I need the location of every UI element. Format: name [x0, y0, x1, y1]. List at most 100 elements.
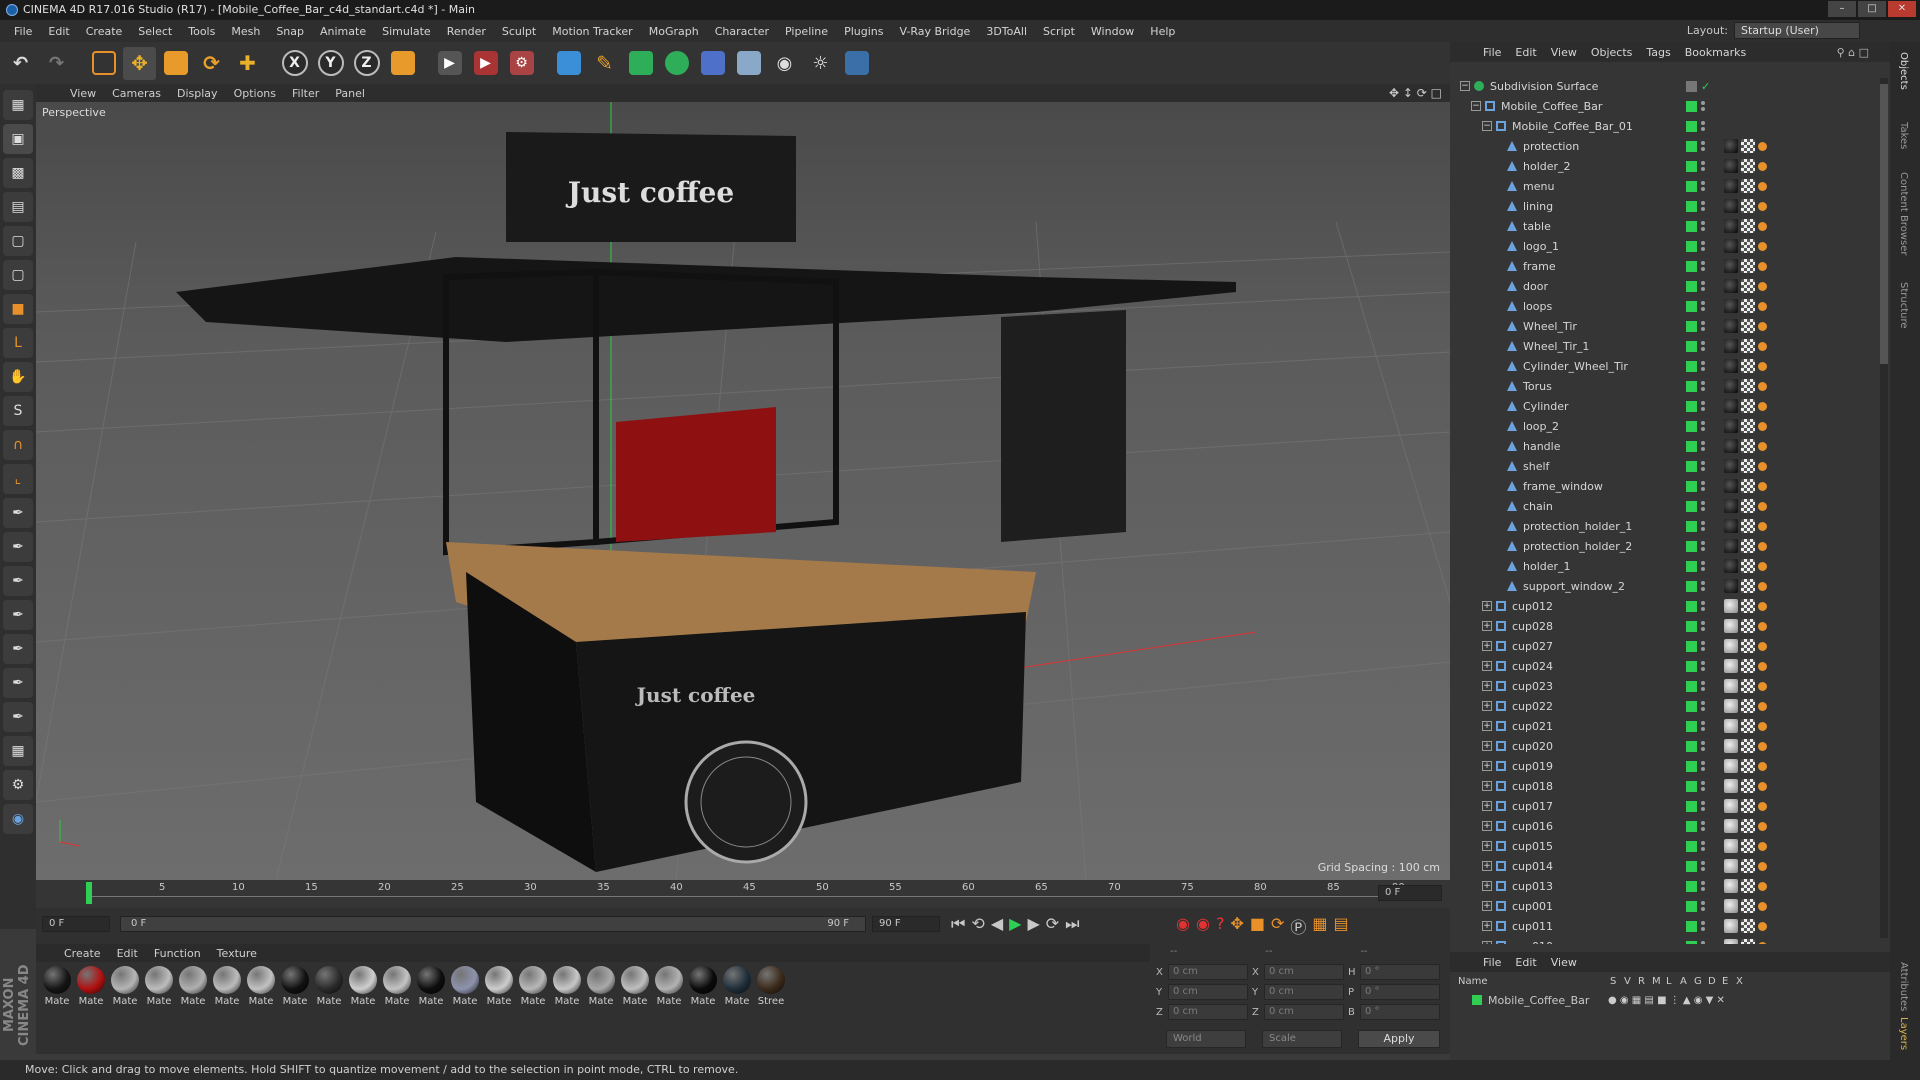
visibility-flags[interactable]: [1686, 100, 1705, 112]
material-tag-icon[interactable]: [1724, 159, 1738, 173]
visibility-flags[interactable]: [1686, 400, 1705, 412]
object-row[interactable]: + cup013: [1450, 876, 1886, 896]
phong-tag-icon[interactable]: [1758, 901, 1767, 911]
object-tags[interactable]: [1724, 199, 1767, 213]
object-menu-objects[interactable]: Objects: [1584, 46, 1640, 59]
rotation-b-field[interactable]: 0 °: [1360, 1004, 1440, 1020]
material-tag-icon[interactable]: [1724, 219, 1738, 233]
settings-button[interactable]: ⚙: [3, 770, 33, 800]
layer-row[interactable]: Mobile_Coffee_Bar ● ◉ ▦ ▤ ■ ⋮ ▲ ◉ ▼ ✕: [1458, 992, 1878, 1008]
object-row[interactable]: + cup001: [1450, 896, 1886, 916]
object-tags[interactable]: [1724, 659, 1767, 673]
material-swatch[interactable]: Mate: [246, 966, 276, 1007]
material-swatch[interactable]: Mate: [144, 966, 174, 1007]
object-row[interactable]: frame: [1450, 256, 1886, 276]
object-tags[interactable]: [1724, 299, 1767, 313]
menu-select[interactable]: Select: [130, 25, 180, 38]
material-swatch[interactable]: Mate: [620, 966, 650, 1007]
phong-tag-icon[interactable]: [1758, 421, 1767, 431]
material-tag-icon[interactable]: [1724, 199, 1738, 213]
previous-key-button[interactable]: ⟲: [971, 914, 984, 934]
viewport-menu-cameras[interactable]: Cameras: [104, 87, 169, 100]
material-tag-icon[interactable]: [1724, 599, 1738, 613]
object-row[interactable]: menu: [1450, 176, 1886, 196]
texture-tag-icon[interactable]: [1741, 919, 1755, 933]
visibility-flags[interactable]: [1686, 520, 1705, 532]
visibility-flags[interactable]: [1686, 440, 1705, 452]
expand-toggle-icon[interactable]: +: [1482, 781, 1492, 791]
move-key-button[interactable]: ✥: [1230, 914, 1243, 938]
attr-menu-file[interactable]: File: [1476, 956, 1508, 969]
viewport-nav-icons[interactable]: ✥ ↕ ⟳ □: [1389, 86, 1442, 100]
object-row[interactable]: + cup016: [1450, 816, 1886, 836]
material-swatch[interactable]: Mate: [688, 966, 718, 1007]
object-row[interactable]: − Mobile_Coffee_Bar: [1450, 96, 1886, 116]
phong-tag-icon[interactable]: [1758, 321, 1767, 331]
expand-toggle-icon[interactable]: +: [1482, 621, 1492, 631]
menu-animate[interactable]: Animate: [312, 25, 374, 38]
texture-tag-icon[interactable]: [1741, 479, 1755, 493]
material-tag-icon[interactable]: [1724, 879, 1738, 893]
next-frame-button[interactable]: ▶: [1027, 914, 1039, 934]
object-row[interactable]: Torus: [1450, 376, 1886, 396]
phong-tag-icon[interactable]: [1758, 461, 1767, 471]
visibility-flags[interactable]: [1686, 580, 1705, 592]
size-z-field[interactable]: 0 cm: [1264, 1004, 1344, 1020]
expand-toggle-icon[interactable]: −: [1482, 121, 1492, 131]
sculpt-brush-6-button[interactable]: ✒: [3, 668, 33, 698]
object-tags[interactable]: [1724, 379, 1767, 393]
viewport-menu-panel[interactable]: Panel: [327, 87, 373, 100]
object-row[interactable]: + cup020: [1450, 736, 1886, 756]
material-swatch[interactable]: Mate: [654, 966, 684, 1007]
expand-toggle-icon[interactable]: +: [1482, 761, 1492, 771]
menu-render[interactable]: Render: [439, 25, 494, 38]
material-swatch[interactable]: Mate: [450, 966, 480, 1007]
autokey-button[interactable]: ◉: [1196, 914, 1210, 938]
phong-tag-icon[interactable]: [1758, 521, 1767, 531]
object-tags[interactable]: [1724, 679, 1767, 693]
menu-snap[interactable]: Snap: [268, 25, 312, 38]
menu-sculpt[interactable]: Sculpt: [494, 25, 544, 38]
visibility-flags[interactable]: [1686, 360, 1705, 372]
scale-key-button[interactable]: ■: [1250, 914, 1265, 938]
material-swatch[interactable]: Mate: [76, 966, 106, 1007]
phong-tag-icon[interactable]: [1758, 721, 1767, 731]
object-row[interactable]: door: [1450, 276, 1886, 296]
material-tag-icon[interactable]: [1724, 279, 1738, 293]
param-key-button[interactable]: Ⓟ: [1290, 914, 1306, 938]
texture-tag-icon[interactable]: [1741, 159, 1755, 173]
texture-tag-icon[interactable]: [1741, 299, 1755, 313]
phong-tag-icon[interactable]: [1758, 581, 1767, 591]
current-frame-field[interactable]: 0 F: [1378, 885, 1442, 901]
material-swatch[interactable]: Mate: [110, 966, 140, 1007]
object-row[interactable]: handle: [1450, 436, 1886, 456]
material-swatch[interactable]: Mate: [484, 966, 514, 1007]
edges-mode-button[interactable]: ▢: [3, 260, 33, 290]
phong-tag-icon[interactable]: [1758, 861, 1767, 871]
points-mode-button[interactable]: ▢: [3, 226, 33, 256]
material-tag-icon[interactable]: [1724, 559, 1738, 573]
visibility-flags[interactable]: [1686, 300, 1705, 312]
object-row[interactable]: − Mobile_Coffee_Bar_01: [1450, 116, 1886, 136]
position-z-field[interactable]: 0 cm: [1168, 1004, 1248, 1020]
texture-tag-icon[interactable]: [1741, 439, 1755, 453]
object-tags[interactable]: [1724, 539, 1767, 553]
texture-tag-icon[interactable]: [1741, 699, 1755, 713]
material-swatch[interactable]: Stree: [756, 966, 786, 1007]
texture-tag-icon[interactable]: [1741, 179, 1755, 193]
phong-tag-icon[interactable]: [1758, 161, 1767, 171]
material-tag-icon[interactable]: [1724, 759, 1738, 773]
visibility-flags[interactable]: [1686, 680, 1705, 692]
phong-tag-icon[interactable]: [1758, 681, 1767, 691]
texture-tag-icon[interactable]: [1741, 679, 1755, 693]
paint-mode-button[interactable]: ▦: [3, 736, 33, 766]
minimize-button[interactable]: –: [1828, 1, 1856, 17]
material-menu-texture[interactable]: Texture: [209, 947, 265, 960]
material-menu-function[interactable]: Function: [146, 947, 209, 960]
timeline-ruler[interactable]: 0 5 10 15 20 25 30 35 40 45 50 55 60 65 …: [36, 880, 1450, 908]
object-tags[interactable]: [1724, 459, 1767, 473]
object-tags[interactable]: [1724, 939, 1767, 944]
material-swatch[interactable]: Mate: [382, 966, 412, 1007]
object-row[interactable]: + cup024: [1450, 656, 1886, 676]
object-tree-scrollbar[interactable]: [1880, 78, 1888, 938]
